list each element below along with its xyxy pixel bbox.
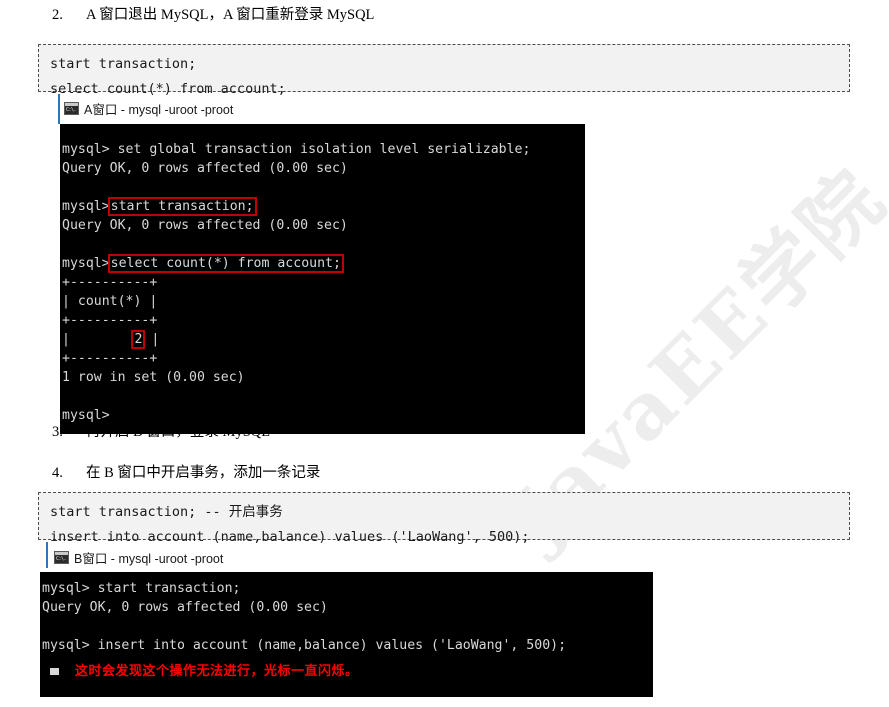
terminal-line: 1 row in set (0.00 sec) xyxy=(62,370,245,385)
terminal-annotation-line: 这时会发现这个操作无法进行，光标一直闪烁。 xyxy=(40,661,653,681)
terminal-line: Query OK, 0 rows affected (0.00 sec) xyxy=(62,218,348,233)
terminal-line: mysql> insert into account (name,balance… xyxy=(42,638,567,653)
terminal-table-border: +----------+ xyxy=(62,275,158,290)
list-item-step-4: 4. 在 B 窗口中开启事务，添加一条记录 xyxy=(52,466,320,481)
terminal-table-row: | 2 | xyxy=(60,330,585,349)
terminal-line-highlighted: mysql>select count(*) from account; xyxy=(60,254,585,273)
table-cell-suffix: | xyxy=(143,332,160,347)
code-line: insert into account (name,balance) value… xyxy=(50,529,530,545)
list-item-step-3: 3. 再开启 B 窗口，登录 MySQL xyxy=(52,425,270,440)
terminal-table-header: | count(*) | xyxy=(62,294,158,309)
highlight-box-select-count: select count(*) from account; xyxy=(107,254,344,273)
terminal-a-title-text: A窗口 - mysql -uroot -proot xyxy=(84,103,234,117)
highlight-box-count-value: 2 xyxy=(131,330,146,349)
terminal-prompt: mysql> xyxy=(62,199,110,214)
document-page: 2. A 窗口退出 MySQL，A 窗口重新登录 MySQL start tran… xyxy=(0,0,889,707)
window-left-edge-a xyxy=(58,94,60,124)
list-text-2: A 窗口退出 MySQL，A 窗口重新登录 MySQL xyxy=(86,7,375,23)
terminal-line: mysql> set global transaction isolation … xyxy=(62,142,531,157)
code-line: start transaction; xyxy=(50,56,197,72)
terminal-line-highlighted: mysql>start transaction; xyxy=(60,197,585,216)
terminal-table-border: +----------+ xyxy=(62,313,158,328)
terminal-prompt: mysql> xyxy=(62,256,110,271)
table-cell-prefix: | xyxy=(62,332,134,347)
code-block-b: start transaction; -- 开启事务 insert into a… xyxy=(38,492,850,545)
terminal-prompt-line: mysql> xyxy=(62,408,110,423)
list-text-4: 在 B 窗口中开启事务，添加一条记录 xyxy=(86,465,321,481)
terminal-cursor xyxy=(50,668,59,675)
list-number-3: 3. xyxy=(52,424,63,440)
terminal-line: Query OK, 0 rows affected (0.00 sec) xyxy=(62,161,348,176)
list-text-3: 再开启 B 窗口，登录 MySQL xyxy=(86,424,271,440)
terminal-b-titlebar: B窗口 - mysql -uroot -proot xyxy=(54,548,223,567)
list-number-4: 4. xyxy=(52,465,63,481)
terminal-a-titlebar: A窗口 - mysql -uroot -proot xyxy=(64,99,233,118)
terminal-line: mysql> start transaction; xyxy=(42,581,241,596)
terminal-table-border: +----------+ xyxy=(62,351,158,366)
console-icon xyxy=(54,551,69,564)
list-item-step-2: 2. A 窗口退出 MySQL，A 窗口重新登录 MySQL xyxy=(52,8,374,23)
terminal-b-title-text: B窗口 - mysql -uroot -proot xyxy=(74,552,224,566)
list-number-2: 2. xyxy=(52,7,63,23)
window-left-edge-b xyxy=(46,542,48,568)
terminal-line: Query OK, 0 rows affected (0.00 sec) xyxy=(42,600,328,615)
console-icon xyxy=(64,102,79,115)
annotation-text: 这时会发现这个操作无法进行，光标一直闪烁。 xyxy=(75,663,359,678)
highlight-box-start-transaction: start transaction; xyxy=(107,197,257,216)
terminal-window-a[interactable]: mysql> set global transaction isolation … xyxy=(60,124,585,434)
code-line: start transaction; -- 开启事务 xyxy=(50,504,283,520)
terminal-window-b[interactable]: mysql> start transaction; Query OK, 0 ro… xyxy=(40,572,653,697)
code-block-a: start transaction; select count(*) from … xyxy=(38,44,850,97)
